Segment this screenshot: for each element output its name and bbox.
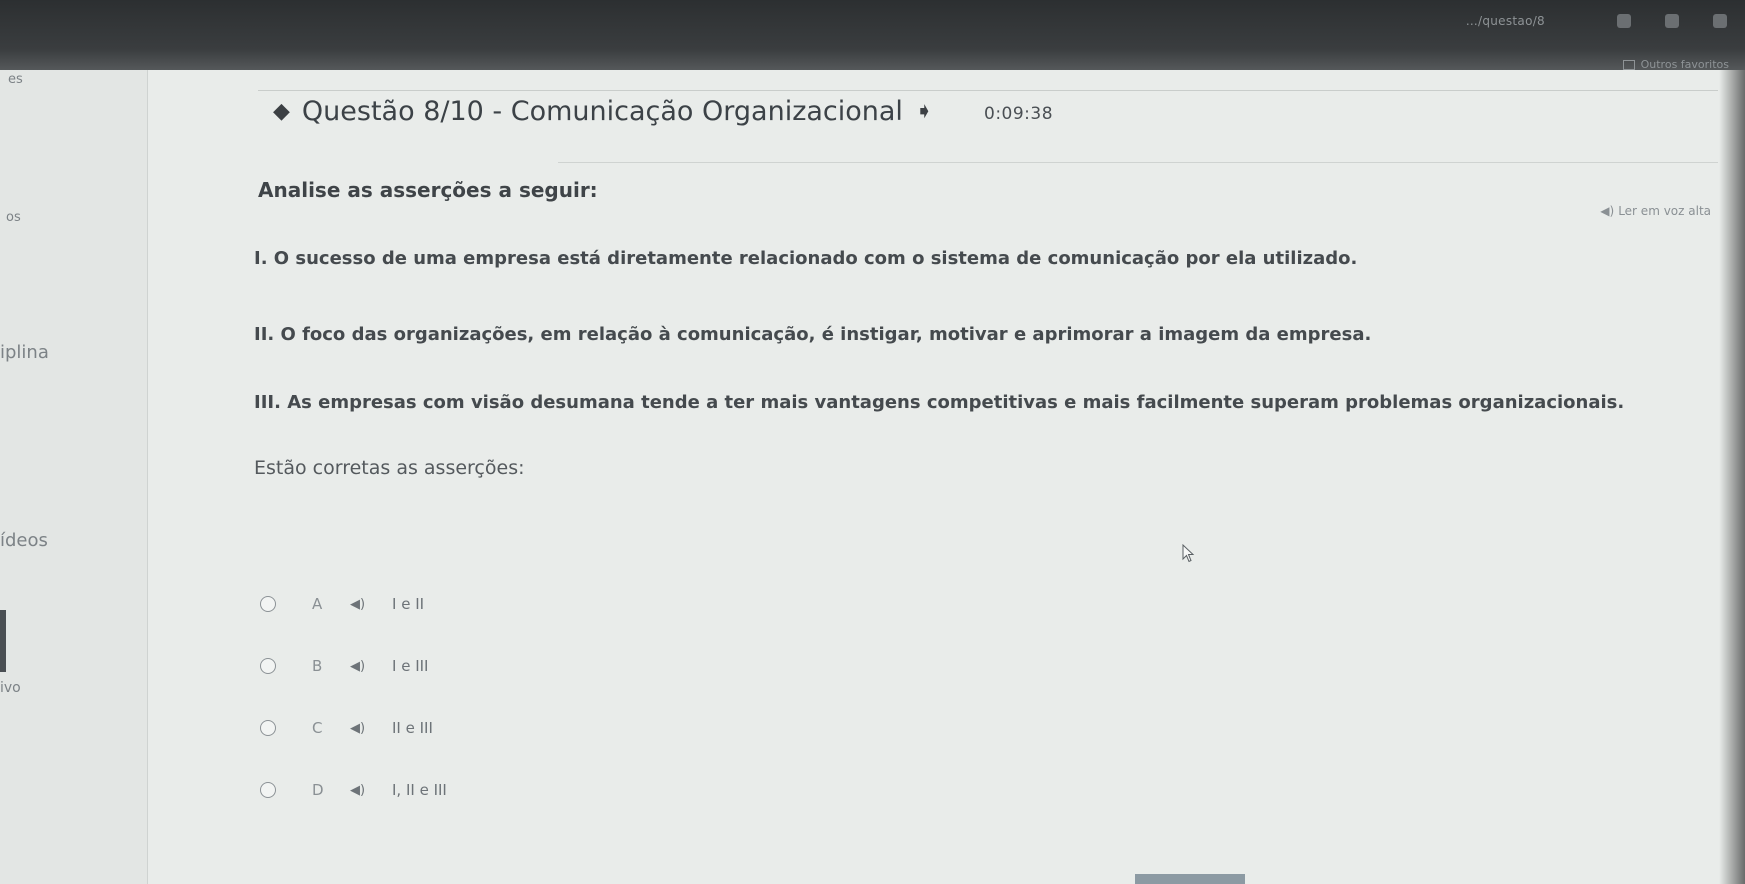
sidebar-item-videos[interactable]: ídeos [0, 530, 48, 551]
screen-edge-shadow [1719, 70, 1745, 884]
sidebar-item-disciplina[interactable]: iplina [0, 342, 49, 363]
question-intro: Analise as asserções a seguir: [258, 178, 598, 202]
bottom-scroll-indicator[interactable] [1135, 874, 1245, 884]
sidebar: es os iplina ídeos ivo [0, 70, 148, 884]
menu-icon[interactable] [1713, 14, 1727, 28]
speaker-icon[interactable]: ◀) [350, 783, 365, 798]
option-text: I e II [392, 595, 425, 613]
speaker-icon[interactable]: ◀) [350, 721, 365, 736]
question-panel: ◆ Questão 8/10 - Comunicação Organizacio… [148, 70, 1745, 884]
sidebar-item-objetivo[interactable]: ivo [0, 680, 21, 696]
bookmark-icon[interactable] [1617, 14, 1631, 28]
assertion-1: I. O sucesso de uma empresa está diretam… [254, 248, 1358, 269]
option-letter: D [312, 781, 324, 799]
radio-button-a[interactable] [260, 596, 276, 612]
header-divider-secondary [558, 162, 1718, 163]
option-text: I, II e III [392, 781, 447, 799]
extension-icon[interactable] [1665, 14, 1679, 28]
read-aloud-label: Ler em voz alta [1618, 204, 1711, 218]
radio-button-b[interactable] [260, 658, 276, 674]
option-c[interactable]: C ◀) II e III [260, 716, 580, 740]
sidebar-active-indicator [0, 610, 6, 672]
mouse-cursor-icon [1182, 544, 1195, 563]
read-aloud-button[interactable]: ◀) Ler em voz alta [1600, 204, 1711, 218]
assertion-2: II. O foco das organizações, em relação … [254, 324, 1372, 345]
browser-toolbar-icons [1617, 14, 1727, 28]
speaker-icon: ◀) [1600, 204, 1615, 218]
timer: 0:09:38 [984, 104, 1054, 124]
radio-button-c[interactable] [260, 720, 276, 736]
option-text: I e III [392, 657, 429, 675]
radio-button-d[interactable] [260, 782, 276, 798]
url-text[interactable]: …/questao/8 [1466, 14, 1545, 28]
arrow-left-icon[interactable]: ◆ [273, 99, 290, 124]
sidebar-item-1[interactable]: es [8, 72, 23, 87]
option-b[interactable]: B ◀) I e III [260, 654, 580, 678]
speaker-icon[interactable]: ◀) [350, 659, 365, 674]
assertion-3: III. As empresas com visão desumana tend… [254, 392, 1625, 413]
option-letter: C [312, 719, 323, 737]
question-prompt: Estão corretas as asserções: [254, 457, 525, 479]
option-a[interactable]: A ◀) I e II [260, 592, 580, 616]
browser-top-bar: …/questao/8 Outros favoritos [0, 0, 1745, 71]
option-letter: B [312, 657, 323, 675]
option-d[interactable]: D ◀) I, II e III [260, 778, 580, 802]
question-title: Questão 8/10 - Comunicação Organizaciona… [301, 96, 903, 127]
header-divider [258, 90, 1718, 91]
option-letter: A [312, 595, 323, 613]
arrow-right-icon[interactable]: ➧ [915, 99, 933, 124]
sidebar-item-2[interactable]: os [6, 210, 21, 225]
folder-icon [1622, 59, 1635, 70]
speaker-icon[interactable]: ◀) [350, 597, 365, 612]
question-header: ◆ Questão 8/10 - Comunicação Organizacio… [273, 96, 933, 127]
option-text: II e III [392, 719, 433, 737]
